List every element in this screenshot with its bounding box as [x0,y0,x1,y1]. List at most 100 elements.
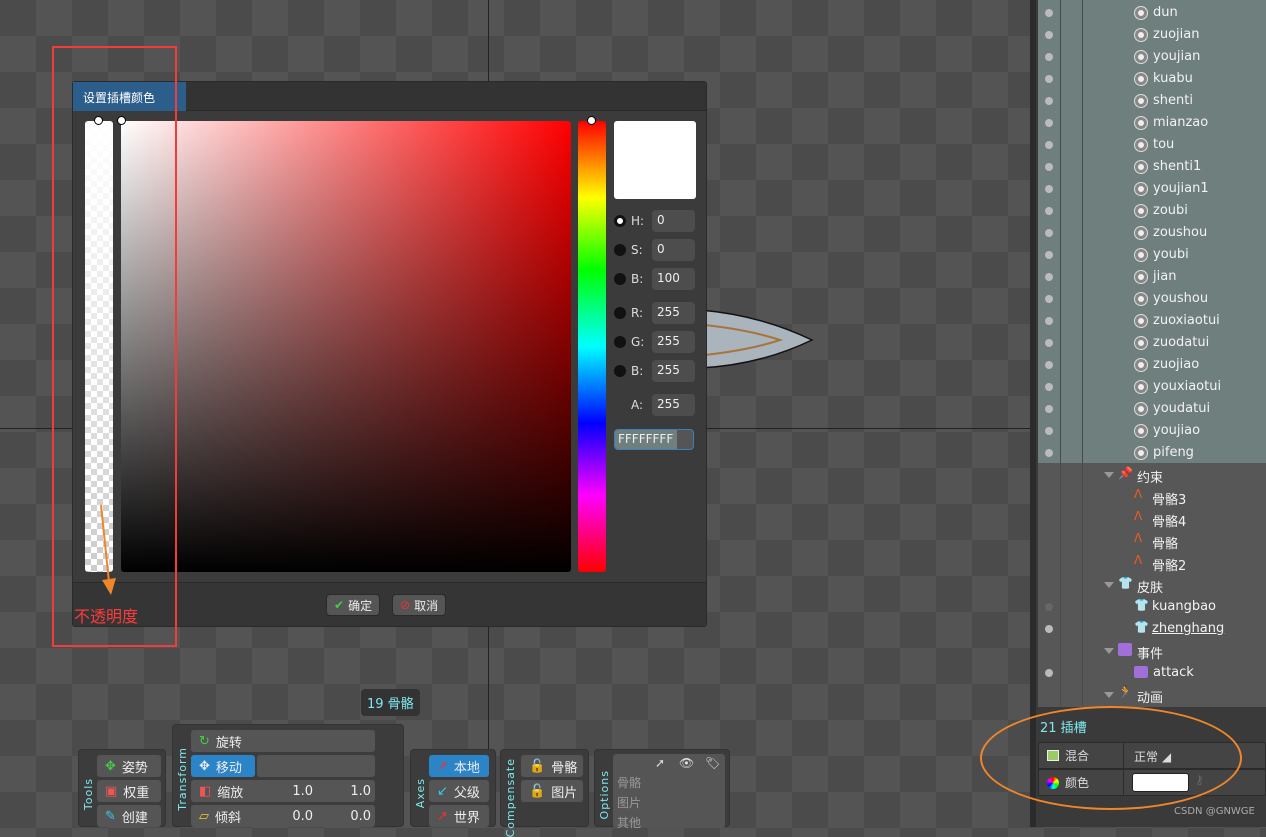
visibility-dot[interactable] [1045,141,1053,149]
visibility-dot[interactable] [1045,295,1053,303]
scale-y[interactable]: 1.0 [319,784,375,799]
tree-constraint-item[interactable]: Λ 骨骼4 [1038,508,1266,530]
input-h[interactable]: 0 [652,210,695,232]
hue-slider[interactable] [578,121,606,572]
scale-x[interactable]: 1.0 [263,784,313,799]
tree-slot-item[interactable]: zoushou [1038,222,1266,244]
visibility-dot[interactable] [1045,603,1053,611]
visibility-dot[interactable] [1045,163,1053,171]
visibility-dot[interactable] [1045,31,1053,39]
radio-h[interactable] [614,215,626,227]
tree-skin-item[interactable]: 👕 kuangbao [1038,596,1266,618]
tree-slot-item[interactable]: zuodatui [1038,332,1266,354]
cancel-button[interactable]: ⊘ 取消 [392,594,447,616]
radio-blue[interactable] [614,365,626,377]
tree-slot-item[interactable]: youjian1 [1038,178,1266,200]
tree-slot-item[interactable]: youxiaotui [1038,376,1266,398]
visibility-dot[interactable] [1045,185,1053,193]
saturation-brightness-picker[interactable] [121,121,571,572]
input-s[interactable]: 0 [652,239,695,261]
tree-slot-item[interactable]: youjian [1038,46,1266,68]
visibility-dot[interactable] [1045,229,1053,237]
visibility-dot[interactable] [1045,97,1053,105]
visibility-dot[interactable] [1045,317,1053,325]
tree-slot-item[interactable]: zuoxiaotui [1038,310,1266,332]
axes-local[interactable]: ↗ 本地 [429,755,489,777]
input-blue[interactable]: 255 [652,360,695,382]
tree-constraint-item[interactable]: Λ 骨骼2 [1038,552,1266,574]
tree-slot-item[interactable]: youbi [1038,244,1266,266]
shear-tool[interactable]: ▱ 倾斜 0.0 0.0 [191,805,375,827]
tree-constraint-item[interactable]: Λ 骨骼 [1038,530,1266,552]
event-icon [1118,643,1132,656]
hex-input[interactable]: FFFFFFFF [614,429,694,450]
tree-constraint-item[interactable]: Λ 骨骼3 [1038,486,1266,508]
expand-icon[interactable] [1104,582,1114,588]
shear-x[interactable]: 0.0 [263,809,313,824]
radio-r[interactable] [614,307,626,319]
expand-icon[interactable] [1104,472,1114,478]
tree-skin-item[interactable]: 👕 zhenghang [1038,618,1266,640]
tree-slot-item[interactable]: kuabu [1038,68,1266,90]
tree-slot-item[interactable]: pifeng [1038,442,1266,464]
expand-icon[interactable] [1104,648,1114,654]
visibility-dot[interactable] [1045,251,1053,259]
input-g[interactable]: 255 [652,331,695,353]
visibility-dot[interactable] [1045,75,1053,83]
tree-skins[interactable]: 👕 皮肤 [1038,574,1266,596]
radio-g[interactable] [614,336,626,348]
expand-icon[interactable] [1104,692,1114,698]
ok-button[interactable]: ✔ 确定 [326,594,381,616]
tree-slot-item[interactable]: zuojian [1038,24,1266,46]
translate-values[interactable] [257,755,375,777]
tree-slot-item[interactable]: mianzao [1038,112,1266,134]
tree-event-item[interactable]: attack [1038,662,1266,684]
visibility-dot[interactable] [1045,53,1053,61]
visibility-dot[interactable] [1045,273,1053,281]
radio-b[interactable] [614,273,626,285]
tree-slot-item[interactable]: shenti [1038,90,1266,112]
input-a[interactable]: 255 [652,394,695,416]
rotate-tool[interactable]: ↻ 旋转 [191,730,375,752]
translate-tool[interactable]: ✥ 移动 [191,755,255,777]
hue-handle[interactable] [587,116,596,125]
tree-events[interactable]: 事件 [1038,640,1266,662]
visibility-dot[interactable] [1045,9,1053,17]
tree-slot-item[interactable]: youdatui [1038,398,1266,420]
tree-slot-item[interactable]: shenti1 [1038,156,1266,178]
visibility-dot[interactable] [1045,383,1053,391]
tree-slot-item[interactable]: youjiao [1038,420,1266,442]
visibility-dot[interactable] [1045,207,1053,215]
tree-animations[interactable]: 🏃 动画 [1038,684,1266,706]
visibility-dot[interactable] [1045,361,1053,369]
visibility-dot[interactable] [1045,339,1053,347]
ik-constraint-icon: Λ [1134,509,1143,523]
shear-y[interactable]: 0.0 [319,809,375,824]
axes-world[interactable]: ↗ 世界 [429,805,489,827]
tree-slot-item[interactable]: zuojiao [1038,354,1266,376]
visibility-dot[interactable] [1045,405,1053,413]
visibility-dot[interactable] [1045,449,1053,457]
radio-s[interactable] [614,244,626,256]
visibility-dot[interactable] [1045,427,1053,435]
tree-slot-item[interactable]: jian [1038,266,1266,288]
input-b[interactable]: 100 [652,268,695,290]
tree-constraints[interactable]: 📌 约束 [1038,464,1266,486]
tree-slot-item[interactable]: dun [1038,2,1266,24]
visibility-dot[interactable] [1045,669,1053,677]
compensate-images[interactable]: 🔓 图片 [521,780,583,802]
tree-slot-item[interactable]: youshou [1038,288,1266,310]
compensate-group: Compensate 🔓 骨骼 🔓 图片 [500,749,589,837]
weights-tool[interactable]: ▣ 权重 [97,780,161,802]
visibility-dot[interactable] [1045,625,1053,633]
axes-parent[interactable]: ↙ 父级 [429,780,489,802]
create-tool[interactable]: ✎ 创建 [97,805,161,827]
tree-slot-item[interactable]: tou [1038,134,1266,156]
pose-tool[interactable]: ✥ 姿势 [97,755,161,777]
visibility-dot[interactable] [1045,119,1053,127]
weapon-image[interactable] [700,300,815,370]
input-r[interactable]: 255 [652,302,695,324]
compensate-bones[interactable]: 🔓 骨骼 [521,755,583,777]
tree-slot-item[interactable]: zoubi [1038,200,1266,222]
scale-tool[interactable]: ◧ 缩放 1.0 1.0 [191,780,375,802]
